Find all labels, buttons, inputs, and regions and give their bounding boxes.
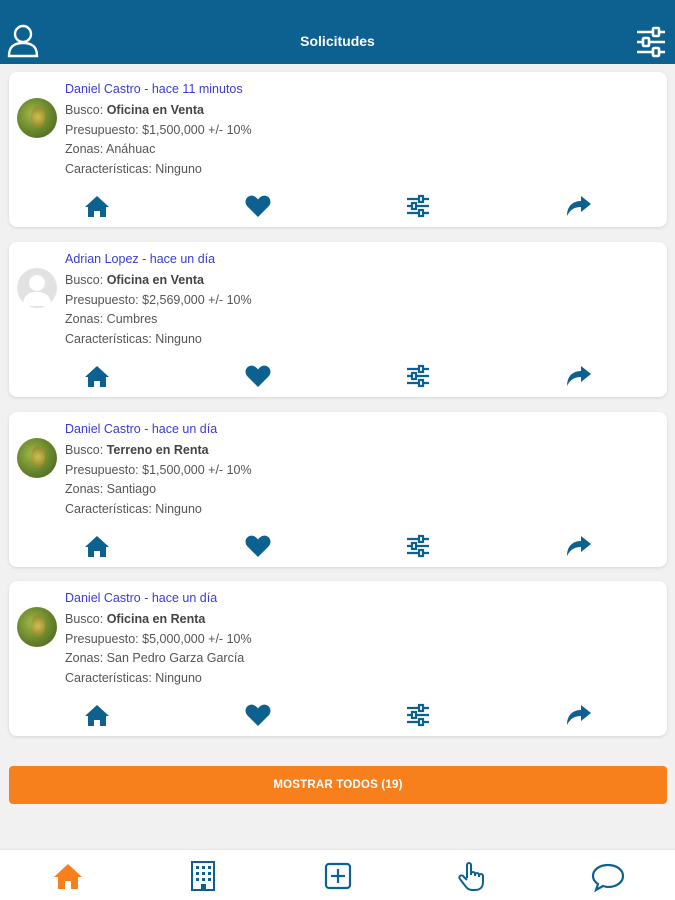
- request-budget: Presupuesto: $5,000,000 +/- 10%: [65, 632, 252, 646]
- heart-icon[interactable]: [244, 532, 272, 560]
- request-busco: Busco: Oficina en Venta: [65, 103, 204, 117]
- request-author[interactable]: Daniel Castro - hace 11 minutos: [65, 82, 243, 96]
- requests-list: Daniel Castro - hace 11 minutos Busco: Of…: [0, 64, 675, 849]
- tab-hand-pointer-icon[interactable]: [456, 860, 488, 892]
- home-icon[interactable]: [83, 532, 111, 560]
- sliders-icon[interactable]: [404, 701, 432, 729]
- request-features: Características: Ninguno: [65, 332, 202, 346]
- request-card[interactable]: Adrian Lopez - hace un día Busco: Oficina…: [9, 242, 667, 397]
- heart-icon[interactable]: [244, 192, 272, 220]
- request-card[interactable]: Daniel Castro - hace 11 minutos Busco: Of…: [9, 72, 667, 227]
- request-zones: Zonas: San Pedro Garza García: [65, 651, 245, 665]
- share-icon[interactable]: [564, 192, 592, 220]
- request-author[interactable]: Adrian Lopez - hace un día: [65, 252, 215, 266]
- card-actions: [9, 701, 667, 729]
- share-icon[interactable]: [564, 701, 592, 729]
- request-features: Características: Ninguno: [65, 502, 202, 516]
- request-author[interactable]: Daniel Castro - hace un día: [65, 591, 217, 605]
- tab-home-icon[interactable]: [52, 860, 84, 892]
- avatar: [17, 438, 57, 478]
- busco-label: Busco:: [65, 612, 104, 626]
- busco-label: Busco:: [65, 273, 104, 287]
- sliders-icon[interactable]: [404, 192, 432, 220]
- request-features: Características: Ninguno: [65, 162, 202, 176]
- sliders-icon[interactable]: [404, 362, 432, 390]
- busco-value: Oficina en Renta: [106, 612, 206, 626]
- avatar: [17, 98, 57, 138]
- request-busco: Busco: Terreno en Renta: [65, 443, 209, 457]
- request-card[interactable]: Daniel Castro - hace un día Busco: Terren…: [9, 412, 667, 567]
- request-budget: Presupuesto: $1,500,000 +/- 10%: [65, 123, 252, 137]
- busco-label: Busco:: [65, 103, 104, 117]
- bottom-tab-bar: [0, 849, 675, 900]
- busco-label: Busco:: [65, 443, 104, 457]
- avatar: [17, 268, 57, 308]
- request-features: Características: Ninguno: [65, 671, 202, 685]
- tab-chat-icon[interactable]: [591, 860, 625, 893]
- request-zones: Zonas: Santiago: [65, 482, 157, 496]
- request-busco: Busco: Oficina en Renta: [65, 612, 205, 626]
- request-card[interactable]: Daniel Castro - hace un día Busco: Oficin…: [9, 581, 667, 736]
- heart-icon[interactable]: [244, 701, 272, 729]
- busco-value: Oficina en Venta: [106, 273, 204, 287]
- card-actions: [9, 192, 667, 220]
- busco-value: Oficina en Venta: [106, 103, 204, 117]
- request-budget: Presupuesto: $2,569,000 +/- 10%: [65, 293, 252, 307]
- request-zones: Zonas: Cumbres: [65, 312, 158, 326]
- request-author[interactable]: Daniel Castro - hace un día: [65, 422, 217, 436]
- sliders-icon[interactable]: [635, 26, 667, 58]
- share-icon[interactable]: [564, 362, 592, 390]
- tab-add-icon[interactable]: [322, 860, 354, 892]
- request-busco: Busco: Oficina en Venta: [65, 273, 204, 287]
- avatar: [17, 607, 57, 647]
- app-header: Solicitudes: [0, 0, 675, 64]
- home-icon[interactable]: [83, 701, 111, 729]
- home-icon[interactable]: [83, 362, 111, 390]
- show-all-button[interactable]: MOSTRAR TODOS (19): [9, 766, 667, 804]
- card-actions: [9, 532, 667, 560]
- share-icon[interactable]: [564, 532, 592, 560]
- home-icon[interactable]: [83, 192, 111, 220]
- tab-building-icon[interactable]: [187, 860, 219, 892]
- heart-icon[interactable]: [244, 362, 272, 390]
- request-zones: Zonas: Anáhuac: [65, 142, 156, 156]
- page-title: Solicitudes: [300, 33, 375, 49]
- busco-value: Terreno en Renta: [106, 443, 209, 457]
- sliders-icon[interactable]: [404, 532, 432, 560]
- request-budget: Presupuesto: $1,500,000 +/- 10%: [65, 463, 252, 477]
- card-actions: [9, 362, 667, 390]
